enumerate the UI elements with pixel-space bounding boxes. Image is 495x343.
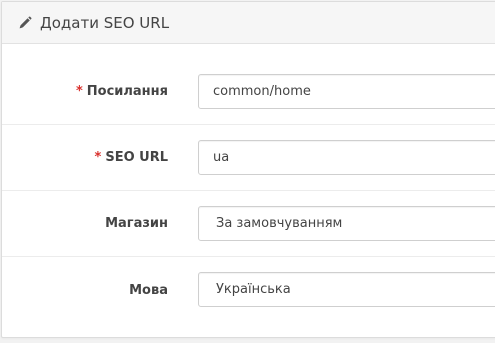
form-row-language: Мова Українська — [2, 257, 495, 323]
route-input[interactable]: common/home — [198, 74, 495, 109]
form-row-route: * Посилання common/home — [2, 59, 495, 125]
pencil-icon — [18, 16, 32, 30]
seo-url-label-text: SEO URL — [105, 150, 168, 165]
panel-title: Додати SEO URL — [40, 13, 170, 32]
language-select-value: Українська — [216, 282, 291, 297]
form-body: * Посилання common/home * SEO URL ua Магаз… — [2, 44, 495, 323]
route-label-text: Посилання — [86, 84, 168, 99]
required-marker: * — [75, 84, 83, 99]
store-select-value: За замовчуванням — [216, 216, 343, 231]
language-select[interactable]: Українська — [198, 272, 495, 307]
seo-url-input-value: ua — [213, 150, 230, 165]
store-select[interactable]: За замовчуванням — [198, 206, 495, 241]
form-row-store: Магазин За замовчуванням — [2, 191, 495, 257]
seo-url-label: * SEO URL — [2, 150, 168, 165]
panel-heading: Додати SEO URL — [2, 2, 495, 44]
seo-url-input[interactable]: ua — [198, 140, 495, 175]
language-label: Мова — [129, 282, 168, 298]
store-label: Магазин — [105, 216, 168, 231]
route-input-value: common/home — [213, 84, 311, 99]
route-label: * Посилання — [2, 84, 168, 99]
seo-url-panel: Додати SEO URL * Посилання common/home * S… — [1, 1, 495, 338]
form-row-seo-url: * SEO URL ua — [2, 125, 495, 191]
required-marker: * — [94, 150, 102, 165]
